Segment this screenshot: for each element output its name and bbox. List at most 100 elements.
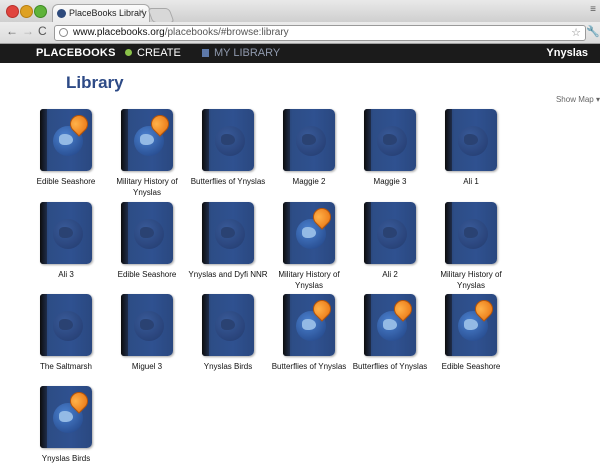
placebook-title[interactable]: Ali 1: [431, 176, 511, 187]
placebook-title[interactable]: Butterflies of Ynyslas: [269, 361, 349, 372]
url-host: www.placebooks.org: [73, 27, 165, 38]
globe-icon: [377, 126, 407, 156]
my-library-link[interactable]: MY LIBRARY: [202, 47, 280, 59]
placebook-title[interactable]: Butterflies of Ynyslas: [188, 176, 268, 187]
placebook-cover-icon[interactable]: [445, 294, 497, 356]
placebook-item[interactable]: Military History of Ynyslas: [269, 202, 349, 291]
book-spine: [40, 294, 47, 356]
placebook-item[interactable]: Edible Seashore: [107, 202, 187, 280]
tab-close-icon[interactable]: ×: [138, 7, 144, 18]
book-spine: [445, 109, 452, 171]
placebook-cover-icon[interactable]: [364, 202, 416, 264]
placebook-item[interactable]: Military History of Ynyslas: [431, 202, 511, 291]
book-spine: [202, 109, 209, 171]
placebook-title[interactable]: Ynyslas and Dyfi NNR: [188, 269, 268, 280]
url-path: /placebooks/#browse:library: [164, 27, 289, 38]
page-info-icon[interactable]: [59, 28, 68, 37]
placebook-cover-icon[interactable]: [364, 109, 416, 171]
placebook-cover-icon[interactable]: [40, 202, 92, 264]
placebook-cover-icon[interactable]: [40, 294, 92, 356]
book-spine: [40, 109, 47, 171]
placebook-title[interactable]: Ali 3: [26, 269, 106, 280]
forward-button[interactable]: →: [22, 24, 34, 38]
placebook-title[interactable]: Ali 2: [350, 269, 430, 280]
placebook-cover-icon[interactable]: [283, 294, 335, 356]
globe-icon: [215, 311, 245, 341]
minimize-window-button[interactable]: [20, 5, 33, 18]
back-button[interactable]: ←: [6, 24, 18, 38]
book-spine: [283, 109, 290, 171]
brand-link[interactable]: PLACEBOOKS: [36, 47, 116, 59]
user-menu[interactable]: Ynyslas: [546, 47, 588, 59]
create-link[interactable]: CREATE: [125, 47, 181, 59]
placebook-item[interactable]: Ynyslas and Dyfi NNR: [188, 202, 268, 280]
browser-toolbar: ← → C www.placebooks.org/placebooks/#bro…: [0, 22, 600, 44]
placebook-title[interactable]: Ynyslas Birds: [26, 453, 106, 464]
zoom-window-button[interactable]: [34, 5, 47, 18]
library-book-icon: [202, 49, 209, 57]
placebook-item[interactable]: Butterflies of Ynyslas: [188, 109, 268, 187]
book-spine: [202, 294, 209, 356]
placebook-cover-icon[interactable]: [40, 386, 92, 448]
placebook-item[interactable]: Ali 1: [431, 109, 511, 187]
placebook-item[interactable]: Ynyslas Birds: [26, 386, 106, 464]
placebook-cover-icon[interactable]: [364, 294, 416, 356]
placebook-title[interactable]: Edible Seashore: [26, 176, 106, 187]
reload-button[interactable]: C: [38, 24, 47, 38]
placebook-cover-icon[interactable]: [121, 294, 173, 356]
placebook-title[interactable]: Military History of Ynyslas: [269, 269, 349, 291]
placebook-title[interactable]: Maggie 3: [350, 176, 430, 187]
placebook-title[interactable]: Butterflies of Ynyslas: [350, 361, 430, 372]
globe-icon: [458, 219, 488, 249]
placebook-cover-icon[interactable]: [283, 202, 335, 264]
address-bar[interactable]: www.placebooks.org/placebooks/#browse:li…: [54, 25, 586, 41]
book-spine: [283, 294, 290, 356]
placebook-item[interactable]: Ynyslas Birds: [188, 294, 268, 372]
show-map-toggle[interactable]: Show Map ▾: [556, 95, 600, 104]
globe-icon: [134, 219, 164, 249]
book-spine: [283, 202, 290, 264]
placebook-cover-icon[interactable]: [121, 109, 173, 171]
bookmark-star-icon[interactable]: ☆: [571, 26, 581, 39]
placebook-item[interactable]: Edible Seashore: [26, 109, 106, 187]
placebook-item[interactable]: Military History of Ynyslas: [107, 109, 187, 198]
placebook-title[interactable]: Edible Seashore: [107, 269, 187, 280]
placebook-title[interactable]: Miguel 3: [107, 361, 187, 372]
close-window-button[interactable]: [6, 5, 19, 18]
placebook-cover-icon[interactable]: [202, 294, 254, 356]
placebook-title[interactable]: Ynyslas Birds: [188, 361, 268, 372]
book-spine: [121, 294, 128, 356]
placebook-cover-icon[interactable]: [121, 202, 173, 264]
placebook-item[interactable]: Maggie 2: [269, 109, 349, 187]
placebook-item[interactable]: Butterflies of Ynyslas: [350, 294, 430, 372]
page-title: Library: [66, 73, 124, 92]
placebook-item[interactable]: Ali 2: [350, 202, 430, 280]
placebook-title[interactable]: Edible Seashore: [431, 361, 511, 372]
placebook-item[interactable]: Miguel 3: [107, 294, 187, 372]
placebook-cover-icon[interactable]: [445, 202, 497, 264]
placebook-title[interactable]: The Saltmarsh: [26, 361, 106, 372]
placebook-cover-icon[interactable]: [445, 109, 497, 171]
window-titlebar: PlaceBooks Library × ≡: [0, 0, 600, 23]
placebook-cover-icon[interactable]: [283, 109, 335, 171]
wrench-menu-icon[interactable]: 🔧: [586, 25, 600, 38]
placebook-item[interactable]: Edible Seashore: [431, 294, 511, 372]
globe-icon: [134, 311, 164, 341]
placebook-item[interactable]: Ali 3: [26, 202, 106, 280]
browser-tab[interactable]: PlaceBooks Library ×: [52, 4, 150, 22]
placebook-title[interactable]: Military History of Ynyslas: [431, 269, 511, 291]
book-spine: [121, 202, 128, 264]
placebook-cover-icon[interactable]: [202, 202, 254, 264]
placebook-title[interactable]: Military History of Ynyslas: [107, 176, 187, 198]
new-tab-button[interactable]: [147, 8, 175, 23]
placebook-cover-icon[interactable]: [202, 109, 254, 171]
window-menu-icon[interactable]: ≡: [590, 4, 596, 15]
book-spine: [40, 202, 47, 264]
placebook-title[interactable]: Maggie 2: [269, 176, 349, 187]
placebook-item[interactable]: Butterflies of Ynyslas: [269, 294, 349, 372]
book-spine: [121, 109, 128, 171]
placebook-cover-icon[interactable]: [40, 109, 92, 171]
placebook-item[interactable]: Maggie 3: [350, 109, 430, 187]
placebook-item[interactable]: The Saltmarsh: [26, 294, 106, 372]
book-spine: [445, 202, 452, 264]
